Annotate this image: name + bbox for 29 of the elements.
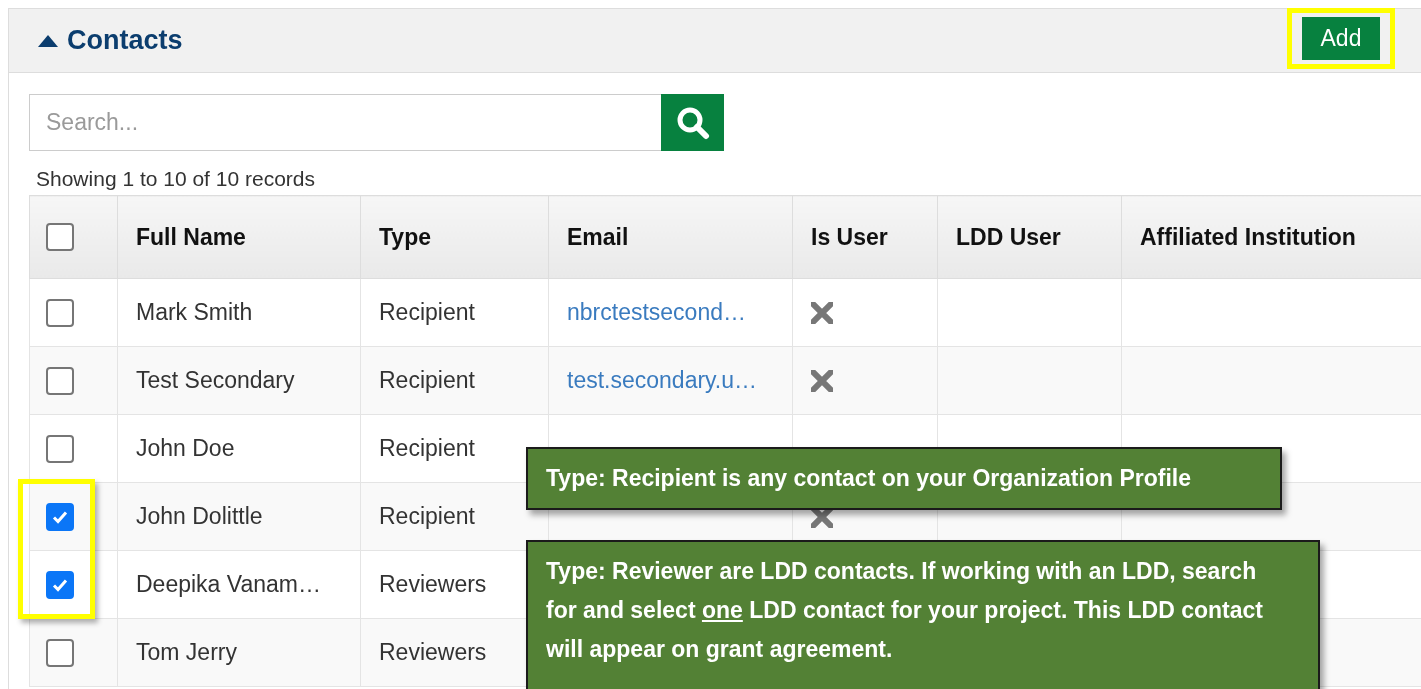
table-cell: Mark Smith [117, 278, 361, 347]
checkbox[interactable] [46, 434, 74, 463]
table-cell: John Dolittle [117, 482, 361, 551]
table-cell: Test Secondary [117, 346, 361, 415]
checkbox[interactable] [46, 638, 74, 667]
table-cell: John Doe [117, 414, 361, 483]
table-cell: Recipient [360, 278, 549, 347]
checkbox[interactable] [46, 570, 74, 599]
column-header[interactable]: Full Name [117, 195, 361, 279]
records-info: Showing 1 to 10 of 10 records [36, 167, 316, 191]
search-button[interactable] [661, 94, 724, 151]
callout-note: Type: Reviewer are LDD contacts. If working with an LDD, search for and select one LDD contact for your project. This LDD contact will appear on grant agreement. [526, 540, 1320, 689]
table-cell: Recipient [360, 346, 549, 415]
column-header[interactable]: Affiliated Institution [1121, 195, 1421, 279]
checkbox[interactable] [46, 298, 74, 327]
caret-icon [38, 34, 58, 47]
checkbox[interactable] [46, 223, 74, 252]
column-header[interactable]: LDD User [937, 195, 1122, 279]
column-header[interactable]: Email [548, 195, 793, 279]
search-field[interactable]: Search... [29, 94, 661, 151]
checkbox[interactable] [46, 502, 74, 531]
search-icon [675, 105, 710, 140]
add-button[interactable]: Add [1302, 17, 1380, 60]
table-cell: Tom Jerry [117, 618, 361, 687]
column-header[interactable]: Is User [792, 195, 938, 279]
column-header[interactable]: Type [360, 195, 549, 279]
table-cell: Deepika Vanam… [117, 550, 361, 619]
checkbox[interactable] [46, 366, 74, 395]
panel-title[interactable]: Contacts [38, 25, 183, 56]
